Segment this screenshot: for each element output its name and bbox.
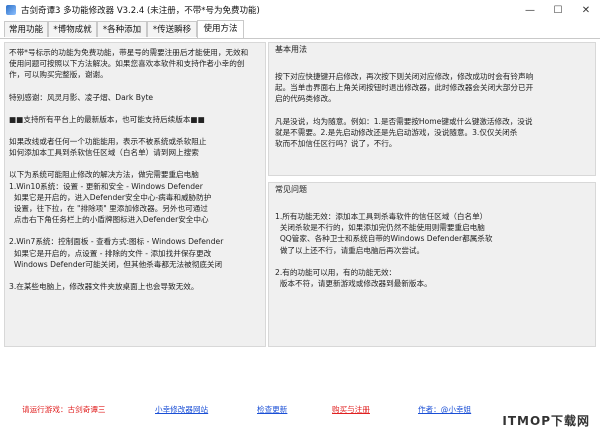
note-line: 如果它是开启的，点设置 - 排除的文件 - 添加找并保存更改 — [9, 248, 212, 258]
basic-usage-title: 基本用法 — [275, 45, 307, 54]
note-line: 特别感谢：风灵月影、凌子熠、Dark Byte — [9, 92, 154, 102]
usage-line: 起。当单击界面右上角关闭按钮时退出修改器，此时修改器会关闭大部分已开 — [275, 83, 534, 93]
note-line — [9, 81, 248, 92]
note-line — [9, 125, 248, 136]
note-line: 点击右下角任务栏上的小盾牌图标进入Defender安全中心 — [9, 215, 209, 225]
note-line: 作，可以购买完整版，谢谢。 — [9, 70, 108, 80]
usage-notes-text: 不带*号标示的功能为免费功能，带星号的需要注册后才能使用，无效和 使用问题可按照… — [9, 47, 248, 292]
tab-common[interactable]: 常用功能 — [4, 21, 48, 37]
note-line — [9, 225, 248, 236]
faq-line: 2.有的功能可以用，有的功能无效： — [275, 267, 397, 277]
note-line: 不带*号标示的功能为免费功能，带星号的需要注册后才能使用，无效和 — [9, 48, 249, 57]
note-line: 如何添加本工具到杀软信任区域（白名单）请到网上搜索 — [9, 148, 199, 158]
faq-line: 1.所有功能无效：添加本工具到杀毒软件的信任区域（白名单） — [275, 212, 488, 221]
note-line: 以下为系统可能阻止修改的解决方法，做完需要重启电脑 — [9, 170, 199, 180]
author-link[interactable]: 作者：@小幸姐 — [418, 404, 471, 415]
note-line — [9, 158, 248, 169]
note-line — [9, 103, 248, 114]
faq-text: 1.所有功能无效：添加本工具到杀毒软件的信任区域（白名单） 关闭杀软是不行的，如… — [275, 211, 492, 289]
note-line: 如果改线或者任何一个功能能用，表示不被系统或杀软阻止 — [9, 137, 207, 147]
note-line: Windows Defender可能关闭，但其他杀毒都无法被彻底关闭 — [9, 259, 223, 269]
faq-line: 关闭杀软是不行的，如果添加完仍然不能使用则需要重启电脑 — [275, 223, 485, 233]
usage-notes-panel: 不带*号标示的功能为免费功能，带星号的需要注册后才能使用，无效和 使用问题可按照… — [4, 42, 266, 347]
note-line: ■■支持所有平台上的最新版本，也可能支持后续版本■■ — [9, 114, 205, 124]
usage-line — [275, 105, 533, 116]
app-logo-icon — [6, 5, 16, 15]
faq-line: 版本不符，请更新游戏或修改器到最新版本。 — [275, 279, 432, 289]
note-line: 设置，往下拉，在 "排除项" 里添加修改器。另外也可通过 — [9, 204, 208, 214]
faq-panel: 常见问题 1.所有功能无效：添加本工具到杀毒软件的信任区域（白名单） 关闭杀软是… — [268, 182, 596, 347]
note-line: 3.在某些电脑上，修改器文件夹放桌面上也会导致无效。 — [9, 282, 199, 292]
note-line — [9, 270, 248, 281]
tab-bar: 常用功能 *博物成就 *各种添加 *传送瞬移 使用方法 — [0, 20, 600, 39]
note-line: 如果它是开启的，进入Defender安全中心-病毒和威胁防护 — [9, 192, 212, 202]
faq-title: 常见问题 — [275, 185, 307, 194]
window-title: 古剑奇谭3 多功能修改器 V3.2.4 (未注册，不带*号为免费功能) — [21, 6, 260, 16]
usage-line: 凡是没说，均为随意。例如：1.是否需要按Home键或什么键激活修改，没说 — [275, 116, 533, 126]
tab-add[interactable]: *各种添加 — [97, 21, 147, 37]
basic-usage-panel: 基本用法 按下对应快捷键开启修改，再次按下则关闭对应修改，修改成功时会有铃声响 … — [268, 42, 596, 176]
register-link[interactable]: 购买与注册 — [332, 404, 370, 415]
window-controls: — ☐ ✕ — [516, 0, 600, 20]
close-button[interactable]: ✕ — [572, 0, 600, 20]
tab-museum[interactable]: *博物成就 — [48, 21, 97, 37]
website-link[interactable]: 小幸修改器网站 — [155, 404, 208, 415]
usage-line: 就是不需要。2.是先启动修改还是先启动游戏，没说随意。3.仅仅关闭杀 — [275, 127, 518, 137]
maximize-button[interactable]: ☐ — [544, 0, 572, 20]
note-line: 2.Win7系统：控制面板 - 查看方式:图标 - Windows Defend… — [9, 237, 224, 247]
faq-line: QQ管家、各种卫士和系统自带的Windows Defender都属杀软 — [275, 234, 493, 244]
faq-line — [275, 256, 492, 267]
title-bar: 古剑奇谭3 多功能修改器 V3.2.4 (未注册，不带*号为免费功能) — ☐ … — [0, 0, 600, 20]
faq-line: 做了以上还不行，请重启电脑后再次尝试。 — [275, 245, 425, 255]
note-line: 使用问题可按照以下方法解决。如果您喜欢本软件和支持作者小幸的创 — [9, 59, 245, 69]
tab-usage[interactable]: 使用方法 — [197, 20, 244, 38]
check-update-link[interactable]: 检查更新 — [257, 404, 287, 415]
minimize-button[interactable]: — — [516, 0, 544, 20]
basic-usage-text: 按下对应快捷键开启修改，再次按下则关闭对应修改，修改成功时会有铃声响 起。当单击… — [275, 71, 533, 149]
note-line: 1.Win10系统：设置 - 更新和安全 - Windows Defender — [9, 181, 203, 191]
usage-line: 启的代码类修改。 — [275, 94, 336, 104]
run-game-status: 请运行游戏：古剑奇谭三 — [22, 405, 106, 414]
usage-line: 软而不加信任区行吗？说了，不行。 — [275, 139, 397, 149]
site-watermark: ITMOP下载网 — [502, 414, 590, 428]
tab-teleport[interactable]: *传送瞬移 — [147, 21, 197, 37]
usage-line: 按下对应快捷键开启修改，再次按下则关闭对应修改，修改成功时会有铃声响 — [275, 72, 534, 81]
